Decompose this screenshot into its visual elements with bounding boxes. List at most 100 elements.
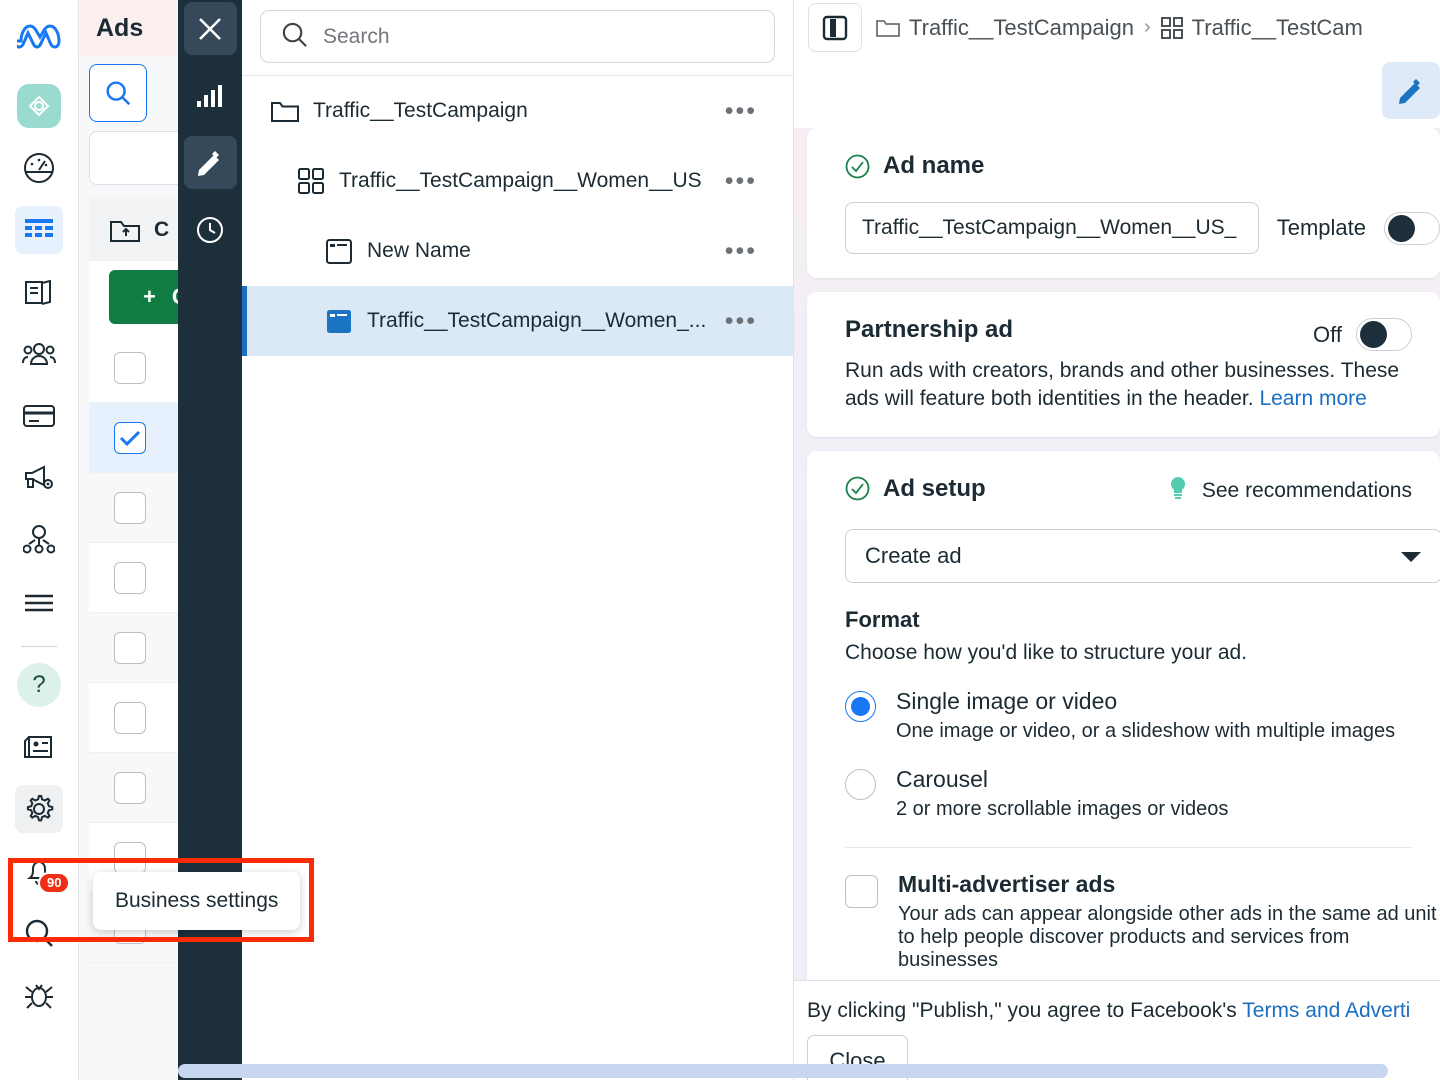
tree-search-placeholder: Search <box>323 25 390 49</box>
tree-node-menu[interactable]: ••• <box>725 174 757 189</box>
partnership-title: Partnership ad <box>845 316 1013 344</box>
left-nav-rail: ? 90 <box>0 0 79 1080</box>
tree-search-wrap: Search <box>242 0 793 76</box>
tree-node-label: Traffic__TestCampaign__Women__US <box>339 169 702 193</box>
check-circle-icon <box>845 476 870 501</box>
editor-scroll-area[interactable]: Ad name Traffic__TestCampaign__Women__US… <box>794 128 1440 980</box>
hierarchy-icon[interactable] <box>15 516 63 564</box>
library-icon[interactable] <box>15 268 63 316</box>
business-suite-icon[interactable] <box>15 82 63 130</box>
billing-card-icon[interactable] <box>15 392 63 440</box>
terms-link[interactable]: Terms and Adverti <box>1242 999 1410 1022</box>
ad-editor-panel: Traffic__TestCampaign › Traffic__TestCam <box>794 0 1440 1080</box>
edit-pencil-icon[interactable] <box>1382 62 1440 119</box>
tree-node-adset[interactable]: Traffic__TestCampaign__Women__US ••• <box>242 146 793 216</box>
tree-node-menu[interactable]: ••• <box>725 104 757 119</box>
legal-prefix: By clicking "Publish," you agree to Face… <box>807 999 1242 1022</box>
table-icon[interactable] <box>15 206 63 254</box>
search-icon[interactable] <box>15 909 63 957</box>
campaign-tree-panel: Search Traffic__TestCampaign ••• Traffic… <box>242 0 794 1080</box>
tree-search-input[interactable]: Search <box>260 10 775 63</box>
gauge-icon[interactable] <box>15 144 63 192</box>
option-sublabel: Your ads can appear alongside other ads … <box>898 903 1438 972</box>
bug-icon[interactable] <box>15 971 63 1019</box>
legal-text: By clicking "Publish," you agree to Face… <box>807 999 1440 1023</box>
learn-more-link[interactable]: Learn more <box>1259 387 1366 410</box>
ad-setup-card: Ad setup See recommendations Create ad <box>807 451 1440 996</box>
row-checkbox[interactable] <box>114 422 146 454</box>
ad-setup-top: Ad setup See recommendations <box>845 475 1440 507</box>
format-option-carousel[interactable]: Carousel 2 or more scrollable images or … <box>845 766 1440 821</box>
tree-node-label: New Name <box>367 239 471 263</box>
pencil-icon[interactable] <box>184 136 237 189</box>
clock-icon[interactable] <box>184 203 237 256</box>
option-label: Multi-advertiser ads <box>898 871 1438 898</box>
chevron-down-icon <box>1401 543 1421 569</box>
template-label: Template <box>1277 215 1366 241</box>
tree-node-label: Traffic__TestCampaign <box>313 99 528 123</box>
tree-node-menu[interactable]: ••• <box>725 244 757 259</box>
breadcrumb-item-campaign[interactable]: Traffic__TestCampaign <box>876 15 1134 41</box>
row-checkbox[interactable] <box>114 702 146 734</box>
ad-name-header: Ad name <box>845 152 1440 180</box>
help-icon[interactable]: ? <box>15 661 63 709</box>
template-toggle[interactable] <box>1384 212 1440 245</box>
radio-single-image[interactable] <box>845 691 876 722</box>
ad-name-card: Ad name Traffic__TestCampaign__Women__US… <box>807 128 1440 278</box>
row-checkbox[interactable] <box>114 772 146 804</box>
checkbox-multi-advertiser[interactable] <box>845 875 878 908</box>
hamburger-icon[interactable] <box>15 578 63 626</box>
partnership-top: Partnership ad Off <box>845 316 1440 351</box>
gear-icon[interactable] <box>15 785 63 833</box>
option-label: Carousel <box>896 766 1228 793</box>
page-title: Ads <box>96 14 143 43</box>
search-icon <box>281 21 308 53</box>
format-subtitle: Choose how you'd like to structure your … <box>845 641 1440 665</box>
divider <box>845 847 1412 848</box>
tree-node-campaign[interactable]: Traffic__TestCampaign ••• <box>242 76 793 146</box>
partnership-toggle-wrap: Off <box>1313 318 1412 351</box>
row-checkbox[interactable] <box>114 562 146 594</box>
radio-carousel[interactable] <box>845 769 876 800</box>
format-option-single-image[interactable]: Single image or video One image or video… <box>845 688 1440 743</box>
audience-icon[interactable] <box>15 330 63 378</box>
bar-chart-icon[interactable] <box>184 69 237 122</box>
panel-toggle-icon[interactable] <box>808 3 862 52</box>
row-checkbox[interactable] <box>114 352 146 384</box>
horizontal-scrollbar[interactable] <box>178 1064 1388 1078</box>
rail-divider <box>21 646 57 647</box>
check-circle-icon <box>845 154 870 179</box>
option-sublabel: 2 or more scrollable images or videos <box>896 798 1228 821</box>
plus-icon: + <box>143 284 156 310</box>
ad-setup-header: Ad setup <box>845 475 986 503</box>
table-search-button[interactable] <box>89 64 147 122</box>
breadcrumb-separator: › <box>1144 16 1151 39</box>
format-option-multi-advertiser[interactable]: Multi-advertiser ads Your ads can appear… <box>845 871 1440 972</box>
row-checkbox[interactable] <box>114 492 146 524</box>
ad-setup-title: Ad setup <box>883 475 986 503</box>
tree-node-ad-new-name[interactable]: New Name ••• <box>242 216 793 286</box>
row-checkbox[interactable] <box>114 842 146 874</box>
folder-icon <box>270 100 300 123</box>
bell-icon[interactable]: 90 <box>15 847 63 895</box>
megaphone-gear-icon[interactable] <box>15 454 63 502</box>
format-title: Format <box>845 607 1440 633</box>
see-recommendations-button[interactable]: See recommendations <box>1167 475 1412 507</box>
row-checkbox[interactable] <box>114 632 146 664</box>
close-icon[interactable] <box>184 2 237 55</box>
ad-card-filled-icon <box>324 309 354 334</box>
partnership-toggle[interactable] <box>1356 318 1412 351</box>
ad-name-input[interactable]: Traffic__TestCampaign__Women__US_ <box>845 202 1259 254</box>
partnership-description: Run ads with creators, brands and other … <box>845 357 1440 413</box>
business-settings-tooltip: Business settings <box>93 872 300 930</box>
tree-node-ad-selected[interactable]: Traffic__TestCampaign__Women_... ••• <box>242 286 793 356</box>
ad-card-icon <box>324 239 354 264</box>
news-icon[interactable] <box>15 723 63 771</box>
option-label: Single image or video <box>896 688 1395 715</box>
meta-logo-icon[interactable] <box>15 10 63 58</box>
partnership-ad-card: Partnership ad Off Run ads with creators… <box>807 292 1440 437</box>
tree-node-menu[interactable]: ••• <box>725 314 757 329</box>
notification-badge: 90 <box>38 872 70 894</box>
breadcrumb-item-adset[interactable]: Traffic__TestCam <box>1161 15 1363 41</box>
ad-setup-select[interactable]: Create ad <box>845 529 1440 583</box>
